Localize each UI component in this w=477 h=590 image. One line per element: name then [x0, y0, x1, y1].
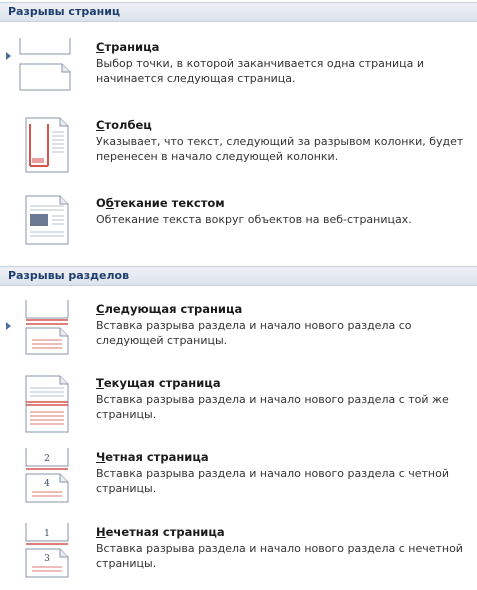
section-header-section-breaks: Разрывы разделов [0, 266, 477, 286]
menu-item-page-break[interactable]: Страница Выбор точки, в которой заканчив… [0, 38, 477, 98]
menu-item-title: Страница [96, 40, 160, 54]
breaks-dropdown-menu: Разрывы страниц Страница Выбор точки, в … [0, 0, 477, 590]
menu-item-description: Вставка разрыва раздела и начало нового … [96, 467, 449, 495]
menu-item-odd-page[interactable]: 1 3 Нечетная страница Вставка разрыва ра… [0, 523, 477, 585]
text-wrapping-icon [25, 195, 69, 245]
page-break-icon [19, 38, 71, 91]
next-page-icon [25, 300, 69, 355]
page-number-label: 4 [44, 479, 50, 489]
menu-item-continuous[interactable]: Текущая страница Вставка разрыва раздела… [0, 375, 477, 436]
page-number-label: 1 [44, 529, 50, 539]
odd-page-icon: 1 3 [25, 523, 69, 578]
menu-item-description: Указывает, что текст, следующий за разры… [96, 135, 464, 163]
menu-item-title: Нечетная страница [96, 525, 225, 539]
column-break-icon [25, 117, 69, 173]
menu-item-title: Четная страница [96, 450, 209, 464]
page-number-label: 3 [44, 554, 50, 564]
menu-item-title: Обтекание текстом [96, 196, 225, 210]
menu-item-title: Столбец [96, 118, 152, 132]
section-header-page-breaks: Разрывы страниц [0, 2, 477, 22]
menu-item-even-page[interactable]: 2 4 Четная страница Вставка разрыва разд… [0, 448, 477, 510]
menu-item-description: Вставка разрыва раздела и начало нового … [96, 542, 463, 570]
menu-item-description: Вставка разрыва раздела и начало нового … [96, 319, 412, 347]
menu-item-column-break[interactable]: Столбец Указывает, что текст, следующий … [0, 117, 477, 178]
continuous-icon [25, 375, 69, 433]
menu-item-title: Текущая страница [96, 376, 221, 390]
even-page-icon: 2 4 [25, 448, 69, 503]
menu-item-next-page[interactable]: Следующая страница Вставка разрыва разде… [0, 300, 477, 362]
menu-item-description: Обтекание текста вокруг объектов на веб-… [96, 213, 412, 226]
menu-item-title: Следующая страница [96, 302, 243, 316]
page-number-label: 2 [44, 454, 50, 464]
menu-item-description: Выбор точки, в которой заканчивается одн… [96, 57, 425, 85]
menu-item-description: Вставка разрыва раздела и начало нового … [96, 393, 449, 421]
menu-item-text-wrapping[interactable]: Обтекание текстом Обтекание текста вокру… [0, 195, 477, 250]
